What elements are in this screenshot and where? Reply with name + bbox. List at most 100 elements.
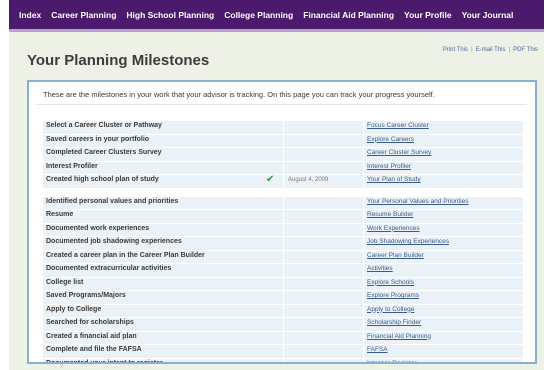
milestone-link[interactable]: Activities xyxy=(367,265,393,272)
nav-career-planning[interactable]: Career Planning xyxy=(51,10,116,20)
milestone-row: Select a Career Cluster or Pathway Focus … xyxy=(43,121,523,135)
milestone-link[interactable]: Your Personal Values and Priorities xyxy=(367,198,469,205)
milestone-link[interactable]: Interest Profiler xyxy=(367,163,411,170)
milestone-link[interactable]: Career Cluster Survey xyxy=(367,149,431,156)
checkmark-icon: ✔ xyxy=(266,174,275,185)
column-divider xyxy=(363,277,364,290)
milestone-link[interactable]: Apply to College xyxy=(367,306,414,313)
separator: | xyxy=(471,47,473,53)
milestone-date: August 4, 2009 xyxy=(288,177,329,183)
intro-text: These are the milestones in your work th… xyxy=(43,90,435,99)
column-divider xyxy=(363,264,364,277)
milestone-link[interactable]: Career Plan Builder xyxy=(367,252,424,259)
milestone-row: Identified personal values and prioritie… xyxy=(43,196,523,210)
milestone-row: Interest Profiler Interest Profiler xyxy=(43,161,523,175)
milestone-label: Documented your intent to register xyxy=(46,359,163,364)
milestone-row: Complete and file the FAFSA FAFSA xyxy=(43,345,523,359)
column-divider xyxy=(283,210,284,223)
column-divider xyxy=(283,291,284,304)
milestone-link[interactable]: Focus Career Cluster xyxy=(367,122,429,129)
email-link[interactable]: E-mail This xyxy=(476,47,506,53)
column-divider xyxy=(363,196,364,209)
column-divider xyxy=(283,223,284,236)
column-divider xyxy=(363,210,364,223)
milestone-label: Apply to College xyxy=(46,305,102,313)
milestone-link[interactable]: Intent to Register xyxy=(367,360,417,363)
milestone-row: Documented job shadowing experiences Job … xyxy=(43,237,523,251)
milestone-row: College list Explore Schools xyxy=(43,277,523,291)
column-divider xyxy=(363,318,364,331)
milestone-link[interactable]: FAFSA xyxy=(367,346,388,353)
column-divider xyxy=(283,237,284,250)
milestone-row: Documented your intent to register Intent… xyxy=(43,358,523,364)
milestone-label: Complete and file the FAFSA xyxy=(46,346,142,353)
column-divider xyxy=(363,250,364,263)
milestone-link[interactable]: Financial Aid Planning xyxy=(367,333,431,340)
column-divider xyxy=(283,318,284,331)
nav-financial-aid-planning[interactable]: Financial Aid Planning xyxy=(303,10,394,20)
column-divider xyxy=(283,196,284,209)
milestone-link[interactable]: Explore Schools xyxy=(367,279,414,286)
column-divider xyxy=(363,358,364,362)
column-divider xyxy=(283,331,284,344)
milestone-row: Created a career plan in the Career Plan… xyxy=(43,250,523,264)
milestone-label: Select a Career Cluster or Pathway xyxy=(46,122,162,129)
column-divider xyxy=(283,121,284,134)
milestone-row: Documented work experiences Work Experien… xyxy=(43,223,523,237)
column-divider xyxy=(363,121,364,134)
column-divider xyxy=(363,291,364,304)
milestone-label: Created a financial aid plan xyxy=(46,332,137,340)
milestone-row: Created a financial aid plan Financial Ai… xyxy=(43,331,523,345)
utility-links: Print This | E-mail This | PDF This xyxy=(443,47,538,53)
column-divider xyxy=(283,277,284,290)
milestone-label: Saved Programs/Majors xyxy=(46,292,126,299)
column-divider xyxy=(363,161,364,174)
milestone-link[interactable]: Resume Builder xyxy=(367,211,413,218)
milestone-label: Saved careers in your portfolio xyxy=(46,135,150,143)
milestones-panel: These are the milestones in your work th… xyxy=(27,80,537,364)
column-divider xyxy=(283,161,284,174)
milestone-link[interactable]: Your Plan of Study xyxy=(367,176,421,183)
milestone-label: Interest Profiler xyxy=(46,162,98,170)
nav-college-planning[interactable]: College Planning xyxy=(224,10,293,20)
nav-your-journal[interactable]: Your Journal xyxy=(462,10,514,20)
page: Index Career Planning High School Planni… xyxy=(9,0,544,370)
column-divider xyxy=(283,264,284,277)
nav-high-school-planning[interactable]: High School Planning xyxy=(126,10,214,20)
pdf-link[interactable]: PDF This xyxy=(513,47,538,53)
milestone-row: Completed Career Clusters Survey Career C… xyxy=(43,148,523,162)
milestone-label: Searched for scholarships xyxy=(46,319,134,326)
milestone-link[interactable]: Explore Careers xyxy=(367,136,414,143)
column-divider xyxy=(363,175,364,188)
milestone-label: Identified personal values and prioritie… xyxy=(46,197,179,205)
column-divider xyxy=(283,304,284,317)
top-nav: Index Career Planning High School Planni… xyxy=(9,0,544,32)
nav-your-profile[interactable]: Your Profile xyxy=(404,10,452,20)
milestone-link[interactable]: Work Experiences xyxy=(367,225,420,232)
milestone-label: Documented extracurricular activities xyxy=(46,265,172,272)
milestone-row: Searched for scholarships Scholarship Fin… xyxy=(43,318,523,332)
milestone-label: Documented job shadowing experiences xyxy=(46,238,182,245)
milestone-label: Resume xyxy=(46,211,74,218)
milestone-row: Created high school plan of study ✔ August… xyxy=(43,174,523,189)
print-link[interactable]: Print This xyxy=(443,47,468,53)
column-divider xyxy=(283,134,284,147)
milestone-label: Documented work experiences xyxy=(46,224,150,232)
milestone-link[interactable]: Job Shadowing Experiences xyxy=(367,238,449,245)
milestones-table: Select a Career Cluster or Pathway Focus … xyxy=(43,121,523,364)
milestone-row: Resume Resume Builder xyxy=(43,210,523,224)
column-divider xyxy=(363,134,364,147)
milestone-label: Created high school plan of study xyxy=(46,176,159,183)
milestone-label: Created a career plan in the Career Plan… xyxy=(46,251,205,259)
milestone-row: Saved Programs/Majors Explore Programs xyxy=(43,291,523,305)
milestone-row: Documented extracurricular activities Act… xyxy=(43,264,523,278)
column-divider xyxy=(283,345,284,358)
column-divider xyxy=(283,175,284,188)
milestone-row: Apply to College Apply to College xyxy=(43,304,523,318)
column-divider xyxy=(363,345,364,358)
milestone-link[interactable]: Explore Programs xyxy=(367,292,419,299)
milestone-link[interactable]: Scholarship Finder xyxy=(367,319,421,326)
column-divider xyxy=(363,237,364,250)
nav-index[interactable]: Index xyxy=(19,10,41,20)
column-divider xyxy=(363,148,364,161)
